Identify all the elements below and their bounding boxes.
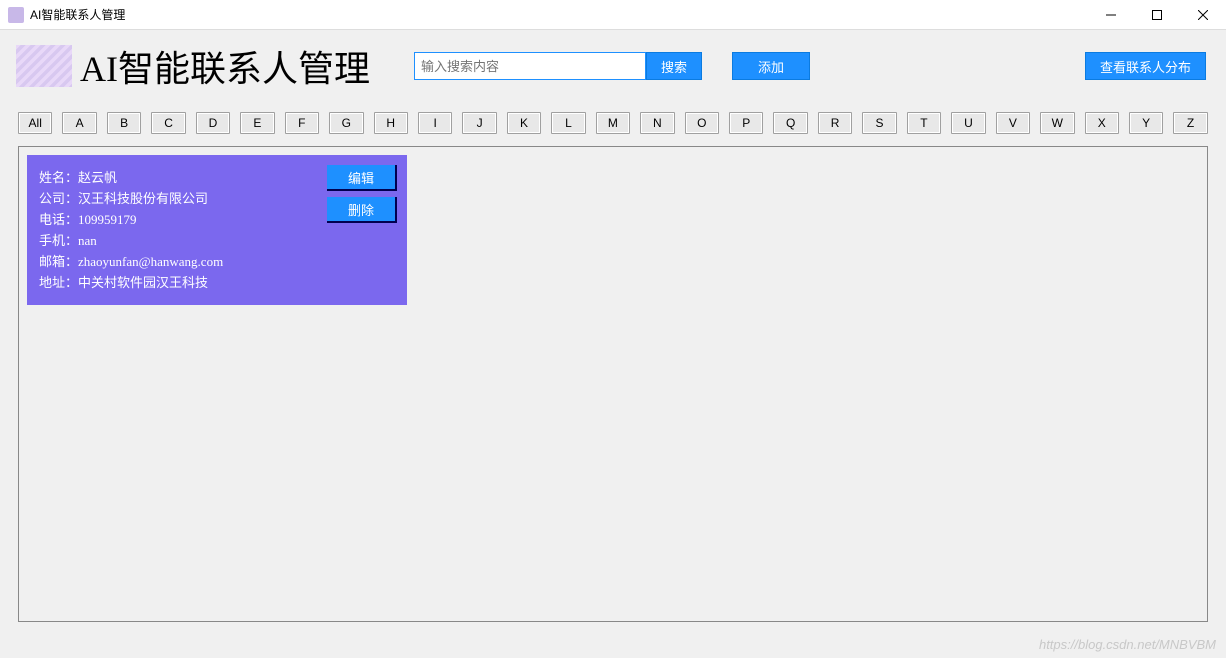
alpha-filter-y[interactable]: Y (1129, 112, 1163, 134)
close-button[interactable] (1180, 0, 1226, 30)
alpha-filter-p[interactable]: P (729, 112, 763, 134)
close-icon (1198, 10, 1208, 20)
logo-image (16, 45, 72, 87)
phone-value: 109959179 (78, 212, 137, 227)
alpha-filter-q[interactable]: Q (773, 112, 807, 134)
alpha-filter-i[interactable]: I (418, 112, 452, 134)
watermark: https://blog.csdn.net/MNBVBM (1039, 637, 1216, 652)
maximize-button[interactable] (1134, 0, 1180, 30)
alpha-filter-l[interactable]: L (551, 112, 585, 134)
contact-mobile-row: 手机：nan (39, 230, 395, 251)
phone-label: 电话： (39, 212, 78, 227)
main-title: AI智能联系人管理 (80, 40, 370, 92)
alpha-filter-r[interactable]: R (818, 112, 852, 134)
alpha-filter-t[interactable]: T (907, 112, 941, 134)
alpha-filter-e[interactable]: E (240, 112, 274, 134)
alpha-filter-w[interactable]: W (1040, 112, 1074, 134)
alpha-filter-b[interactable]: B (107, 112, 141, 134)
maximize-icon (1152, 10, 1162, 20)
titlebar: AI智能联系人管理 (0, 0, 1226, 30)
app-body: AI智能联系人管理 搜索 添加 查看联系人分布 All A B C D E F … (0, 30, 1226, 622)
card-actions: 编辑 删除 (327, 165, 397, 223)
email-value: zhaoyunfan@hanwang.com (78, 254, 223, 269)
search-button[interactable]: 搜索 (646, 52, 702, 80)
titlebar-left: AI智能联系人管理 (8, 6, 125, 23)
alpha-filter-h[interactable]: H (374, 112, 408, 134)
view-distribution-button[interactable]: 查看联系人分布 (1085, 52, 1206, 80)
content-area: 姓名：赵云帆 公司：汉王科技股份有限公司 电话：109959179 手机：nan… (18, 146, 1208, 622)
header-row: AI智能联系人管理 搜索 添加 查看联系人分布 (4, 30, 1222, 112)
edit-button[interactable]: 编辑 (327, 165, 397, 191)
alpha-filter-n[interactable]: N (640, 112, 674, 134)
alpha-filter-v[interactable]: V (996, 112, 1030, 134)
alpha-filter-f[interactable]: F (285, 112, 319, 134)
contact-card: 姓名：赵云帆 公司：汉王科技股份有限公司 电话：109959179 手机：nan… (27, 155, 407, 305)
add-button[interactable]: 添加 (732, 52, 810, 80)
address-label: 地址： (39, 275, 78, 290)
search-group: 搜索 (414, 52, 702, 80)
company-label: 公司： (39, 191, 78, 206)
email-label: 邮箱： (39, 254, 78, 269)
app-icon (8, 7, 24, 23)
alpha-filter-row: All A B C D E F G H I J K L M N O P Q R … (4, 112, 1222, 146)
alpha-filter-u[interactable]: U (951, 112, 985, 134)
alpha-filter-j[interactable]: J (462, 112, 496, 134)
alpha-filter-s[interactable]: S (862, 112, 896, 134)
alpha-filter-all[interactable]: All (18, 112, 52, 134)
alpha-filter-c[interactable]: C (151, 112, 185, 134)
minimize-icon (1106, 10, 1116, 20)
name-label: 姓名： (39, 170, 78, 185)
search-input[interactable] (414, 52, 646, 80)
window-title: AI智能联系人管理 (30, 6, 125, 23)
alpha-filter-a[interactable]: A (62, 112, 96, 134)
alpha-filter-o[interactable]: O (685, 112, 719, 134)
alpha-filter-d[interactable]: D (196, 112, 230, 134)
contact-address-row: 地址：中关村软件园汉王科技 (39, 272, 395, 293)
delete-button[interactable]: 删除 (327, 197, 397, 223)
alpha-filter-g[interactable]: G (329, 112, 363, 134)
alpha-filter-m[interactable]: M (596, 112, 630, 134)
window-controls (1088, 0, 1226, 30)
alpha-filter-z[interactable]: Z (1173, 112, 1207, 134)
alpha-filter-x[interactable]: X (1085, 112, 1119, 134)
company-value: 汉王科技股份有限公司 (78, 191, 208, 206)
mobile-label: 手机： (39, 233, 78, 248)
alpha-filter-k[interactable]: K (507, 112, 541, 134)
minimize-button[interactable] (1088, 0, 1134, 30)
contact-email-row: 邮箱：zhaoyunfan@hanwang.com (39, 251, 395, 272)
mobile-value: nan (78, 233, 97, 248)
address-value: 中关村软件园汉王科技 (78, 275, 208, 290)
name-value: 赵云帆 (78, 170, 117, 185)
